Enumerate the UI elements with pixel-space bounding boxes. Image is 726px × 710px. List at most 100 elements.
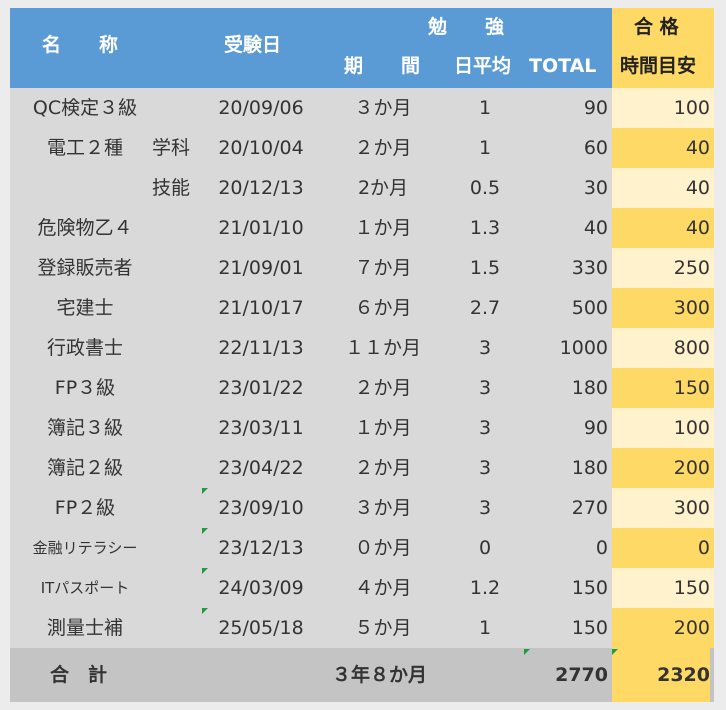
daily-average: 1 bbox=[478, 617, 492, 639]
header-daily-avg: 日平均 bbox=[454, 55, 512, 77]
daily-average: 3 bbox=[478, 377, 492, 399]
exam-subtype bbox=[152, 608, 202, 648]
exam-date: 25/05/18 bbox=[218, 617, 304, 639]
total-label: 合 計 bbox=[50, 664, 108, 686]
study-period: 2か月 bbox=[357, 177, 409, 199]
total-hours: 90 bbox=[583, 97, 608, 119]
comment-marker bbox=[202, 608, 208, 614]
header-study: 勉 強 bbox=[428, 16, 505, 38]
study-period: ２か月 bbox=[354, 457, 412, 479]
exam-name: 電工２種 bbox=[46, 137, 123, 159]
target-hours: 40 bbox=[685, 137, 710, 159]
total-hours: 150 bbox=[571, 577, 608, 599]
exam-date: 21/10/17 bbox=[218, 297, 304, 319]
total-hours: 0 bbox=[595, 537, 608, 559]
exam-date: 24/03/09 bbox=[218, 577, 304, 599]
header-pass-bottom: 時間目安 bbox=[620, 55, 697, 77]
exam-date: 20/12/13 bbox=[218, 177, 304, 199]
comment-marker bbox=[202, 488, 208, 494]
daily-average: 3 bbox=[478, 337, 492, 359]
total-hours: 180 bbox=[571, 457, 608, 479]
exam-name: 測量士補 bbox=[46, 617, 123, 639]
exam-date: 20/10/04 bbox=[218, 137, 304, 159]
exam-subtype bbox=[152, 248, 202, 288]
exam-subtype: 学科 bbox=[152, 137, 191, 159]
exam-date: 22/11/13 bbox=[218, 337, 304, 359]
comment-marker bbox=[202, 528, 208, 534]
total-hours: 500 bbox=[571, 297, 608, 319]
study-period: ３か月 bbox=[354, 497, 412, 519]
exam-date: 21/09/01 bbox=[218, 257, 304, 279]
exam-subtype bbox=[152, 408, 202, 448]
exam-subtype bbox=[152, 288, 202, 328]
study-period: ２か月 bbox=[354, 377, 412, 399]
daily-average: 1 bbox=[478, 137, 492, 159]
comment-marker bbox=[202, 568, 208, 574]
exam-date: 20/09/06 bbox=[218, 97, 304, 119]
target-hours: 800 bbox=[673, 337, 710, 359]
exam-date: 23/01/22 bbox=[218, 377, 304, 399]
daily-average: 2.7 bbox=[469, 297, 501, 319]
target-hours: 300 bbox=[673, 497, 710, 519]
study-period: ５か月 bbox=[354, 617, 412, 639]
daily-average: 3 bbox=[478, 417, 492, 439]
study-period: １か月 bbox=[354, 217, 412, 239]
study-record-table: 名 称 受験日 勉 強 期 間 日平均 TOTAL 合 格 時間目安 QC検定３… bbox=[10, 8, 714, 702]
daily-average: 1 bbox=[478, 97, 492, 119]
total-hours: 270 bbox=[571, 497, 608, 519]
daily-average: 0.5 bbox=[469, 177, 501, 199]
exam-name: QC検定３級 bbox=[32, 97, 138, 119]
exam-name: 登録販売者 bbox=[37, 257, 133, 279]
exam-date: 23/04/22 bbox=[218, 457, 304, 479]
target-hours: 300 bbox=[673, 297, 710, 319]
daily-average: 1.5 bbox=[469, 257, 501, 279]
exam-subtype: 技能 bbox=[152, 177, 191, 199]
header-name: 名 称 bbox=[42, 34, 119, 56]
header-total: TOTAL bbox=[529, 55, 597, 77]
target-hours: 150 bbox=[673, 577, 710, 599]
exam-date: 23/09/10 bbox=[218, 497, 304, 519]
total-hours: 90 bbox=[583, 417, 608, 439]
target-hours: 100 bbox=[673, 97, 710, 119]
exam-name: 簿記２級 bbox=[46, 457, 123, 479]
target-hours: 250 bbox=[673, 257, 710, 279]
exam-date: 23/12/13 bbox=[218, 537, 304, 559]
total-hours: 30 bbox=[583, 177, 608, 199]
exam-name: 金融リテラシー bbox=[32, 539, 138, 557]
header-pass-top: 合 格 bbox=[634, 16, 679, 38]
exam-subtype bbox=[152, 368, 202, 408]
target-hours: 200 bbox=[673, 617, 710, 639]
exam-subtype bbox=[152, 328, 202, 368]
target-hours: 150 bbox=[673, 377, 710, 399]
exam-name bbox=[10, 168, 160, 208]
daily-average: 3 bbox=[478, 497, 492, 519]
exam-name: 危険物乙４ bbox=[37, 217, 133, 239]
target-hours: 40 bbox=[685, 177, 710, 199]
exam-date: 21/01/10 bbox=[218, 217, 304, 239]
exam-subtype bbox=[152, 528, 202, 568]
comment-marker bbox=[524, 649, 530, 655]
study-period: ６か月 bbox=[354, 297, 412, 319]
daily-average: 1.2 bbox=[469, 577, 501, 599]
exam-name: FP３級 bbox=[54, 377, 116, 399]
total-hours: 40 bbox=[583, 217, 608, 239]
target-hours-total: 2320 bbox=[612, 648, 710, 702]
target-hours: 0 bbox=[697, 537, 710, 559]
study-period: ０か月 bbox=[354, 537, 412, 559]
target-hours: 200 bbox=[673, 457, 710, 479]
study-period: ４か月 bbox=[354, 577, 412, 599]
header-exam-date: 受験日 bbox=[224, 34, 282, 56]
exam-name: 行政書士 bbox=[46, 337, 123, 359]
exam-name: 簿記３級 bbox=[46, 417, 123, 439]
daily-average: 3 bbox=[478, 457, 492, 479]
study-period: ２か月 bbox=[354, 137, 412, 159]
exam-date: 23/03/11 bbox=[218, 417, 304, 439]
study-period: ７か月 bbox=[354, 257, 412, 279]
exam-subtype bbox=[152, 88, 202, 128]
comment-marker bbox=[612, 649, 618, 655]
exam-subtype bbox=[152, 488, 202, 528]
total-hours: 1000 bbox=[559, 337, 608, 359]
total-hours: 330 bbox=[571, 257, 608, 279]
header-period: 期 間 bbox=[344, 55, 421, 77]
exam-name: ITパスポート bbox=[40, 579, 130, 597]
